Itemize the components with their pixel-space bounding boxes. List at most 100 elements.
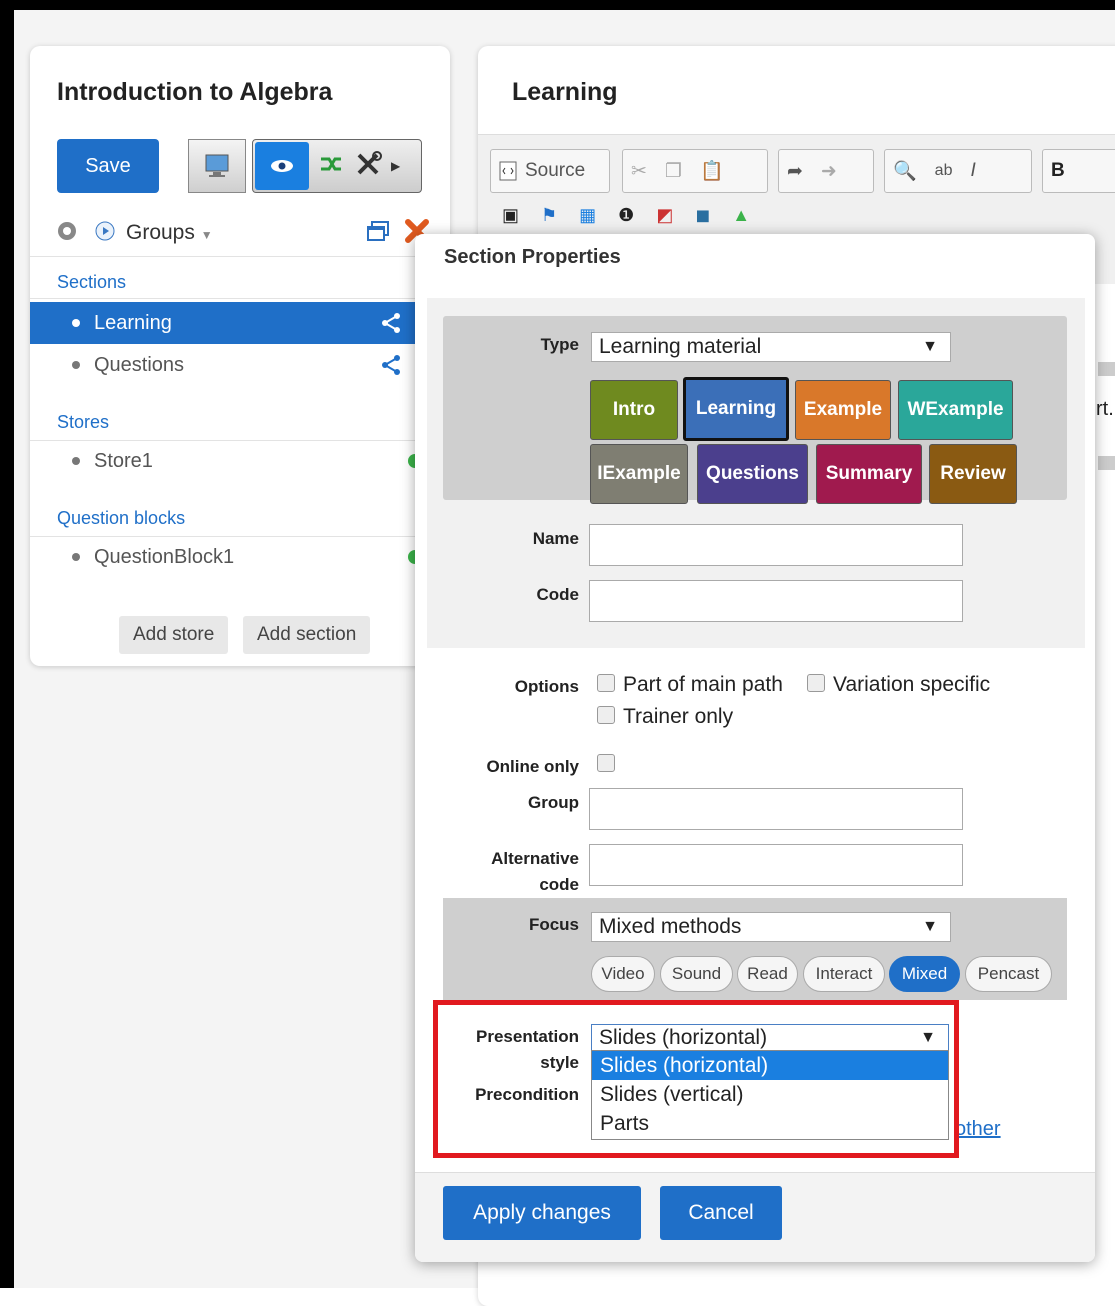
- share-icon[interactable]: [380, 354, 402, 382]
- table-icon[interactable]: ▦: [579, 205, 596, 235]
- source-icon: [499, 161, 517, 181]
- type-select[interactable]: Learning material ▼: [591, 332, 951, 362]
- focus-pill-read[interactable]: Read: [737, 956, 798, 992]
- undo-icon[interactable]: ➦: [787, 160, 803, 183]
- sections-heading: Sections: [57, 272, 127, 292]
- name-input[interactable]: [589, 524, 963, 566]
- image-icon[interactable]: ▣: [502, 205, 519, 235]
- section-item-label: Questions: [94, 353, 185, 376]
- focus-select[interactable]: Mixed methods ▼: [591, 912, 951, 942]
- editor-side-text: rt.: [1096, 398, 1114, 420]
- online-only-checkbox[interactable]: [597, 754, 615, 772]
- section-item-learning[interactable]: Learning: [30, 302, 450, 344]
- code-input[interactable]: [589, 580, 963, 622]
- flag-icon[interactable]: ⚑: [541, 205, 557, 235]
- section-item-label: Learning: [94, 311, 172, 334]
- alternative-code-label: Alternative code: [455, 846, 579, 898]
- type-button-wexample[interactable]: WExample: [898, 380, 1013, 440]
- trainer-only-checkbox[interactable]: [597, 706, 615, 724]
- editor-title: Learning: [512, 78, 618, 106]
- paste-icon[interactable]: 📋: [700, 159, 724, 183]
- find-group: 🔍 ab I: [884, 149, 1032, 193]
- type-button-example[interactable]: Example: [795, 380, 891, 440]
- presentation-style-options: Slides (horizontal) Slides (vertical) Pa…: [591, 1050, 949, 1140]
- focus-select-value: Mixed methods: [599, 915, 742, 938]
- variation-specific-checkbox[interactable]: [807, 674, 825, 692]
- cancel-button[interactable]: Cancel: [660, 1186, 782, 1240]
- main-path-checkbox[interactable]: [597, 674, 615, 692]
- cut-icon[interactable]: ✂: [631, 160, 647, 183]
- dropdown-arrow-icon: ▼: [920, 1029, 936, 1046]
- help-icon[interactable]: ❶: [618, 205, 634, 235]
- type-button-intro[interactable]: Intro: [590, 380, 678, 440]
- alternative-code-input[interactable]: [589, 844, 963, 886]
- type-button-questions[interactable]: Questions: [697, 444, 808, 504]
- course-structure-panel: Introduction to Algebra Save ▶ Groups ▼: [30, 46, 450, 666]
- search-icon[interactable]: 🔍: [893, 159, 917, 183]
- focus-pill-pencast[interactable]: Pencast: [965, 956, 1052, 992]
- focus-pill-interact[interactable]: Interact: [803, 956, 885, 992]
- options-label: Options: [514, 677, 579, 696]
- focus-pill-video[interactable]: Video: [591, 956, 655, 992]
- main-path-label: Part of main path: [623, 673, 783, 696]
- group-label: Group: [528, 793, 579, 812]
- bold-label: B: [1051, 160, 1065, 181]
- chevron-down-icon: ▼: [200, 228, 213, 242]
- copy-icon[interactable]: ❐: [665, 160, 682, 183]
- scroll-strip: [1098, 456, 1115, 470]
- question-block-label: QuestionBlock1: [94, 545, 235, 568]
- other-link[interactable]: other: [955, 1118, 1001, 1141]
- type-button-learning[interactable]: Learning: [683, 377, 789, 441]
- bold-button[interactable]: B: [1042, 149, 1115, 193]
- play-circle-icon[interactable]: [94, 220, 116, 247]
- add-store-button[interactable]: Add store: [119, 616, 229, 654]
- replace-icon[interactable]: ab: [935, 162, 953, 180]
- type-button-review[interactable]: Review: [929, 444, 1017, 504]
- bullet-icon: [72, 553, 80, 561]
- type-button-summary[interactable]: Summary: [816, 444, 922, 504]
- clipboard-group: ✂ ❐ 📋: [622, 149, 768, 193]
- caret-right-icon[interactable]: ▶: [391, 159, 400, 173]
- type-button-iexample[interactable]: IExample: [590, 444, 688, 504]
- view-options-group: ▶: [252, 139, 422, 193]
- presentation-style-label-line2: style: [540, 1053, 579, 1072]
- tools-icon[interactable]: [355, 150, 383, 182]
- preview-mode-button[interactable]: [255, 142, 309, 190]
- name-label: Name: [532, 529, 579, 548]
- clear-format-icon[interactable]: I: [970, 160, 975, 182]
- type-label: Type: [540, 335, 579, 354]
- redo-icon[interactable]: ➜: [821, 160, 837, 183]
- option-slides-horizontal[interactable]: Slides (horizontal): [592, 1051, 948, 1080]
- window-icon[interactable]: [366, 220, 390, 247]
- dialog-title: Section Properties: [444, 246, 621, 268]
- bullet-icon: [72, 457, 80, 465]
- option-slides-vertical[interactable]: Slides (vertical): [592, 1080, 948, 1109]
- store-item-label: Store1: [94, 449, 153, 472]
- gear-icon[interactable]: [54, 218, 80, 249]
- widget-icon[interactable]: ◼: [695, 205, 710, 235]
- group-input[interactable]: [589, 788, 963, 830]
- presentation-style-label: Presentation style: [445, 1024, 579, 1076]
- bullet-icon: [72, 361, 80, 369]
- chart-icon[interactable]: ◩: [656, 205, 673, 235]
- up-arrow-icon[interactable]: ▲: [732, 205, 750, 235]
- section-item-questions[interactable]: Questions: [30, 344, 450, 386]
- source-button[interactable]: Source: [490, 149, 610, 193]
- focus-pill-sound[interactable]: Sound: [660, 956, 733, 992]
- online-only-label: Online only: [486, 757, 579, 776]
- type-select-value: Learning material: [599, 335, 762, 358]
- bullet-icon: [72, 319, 80, 327]
- shuffle-icon[interactable]: [319, 154, 345, 179]
- share-icon[interactable]: [380, 312, 402, 340]
- groups-dropdown[interactable]: Groups ▼: [126, 221, 213, 245]
- add-section-button[interactable]: Add section: [243, 616, 371, 654]
- presentation-style-select[interactable]: Slides (horizontal) ▼: [591, 1024, 949, 1052]
- alternative-code-label-line2: code: [539, 875, 579, 894]
- desktop-preview-button[interactable]: [188, 139, 246, 193]
- save-button[interactable]: Save: [57, 139, 159, 193]
- focus-pill-mixed[interactable]: Mixed: [889, 956, 960, 992]
- question-block-item[interactable]: QuestionBlock1: [30, 536, 450, 578]
- store-item[interactable]: Store1: [30, 440, 450, 482]
- apply-changes-button[interactable]: Apply changes: [443, 1186, 641, 1240]
- option-parts[interactable]: Parts: [592, 1109, 948, 1138]
